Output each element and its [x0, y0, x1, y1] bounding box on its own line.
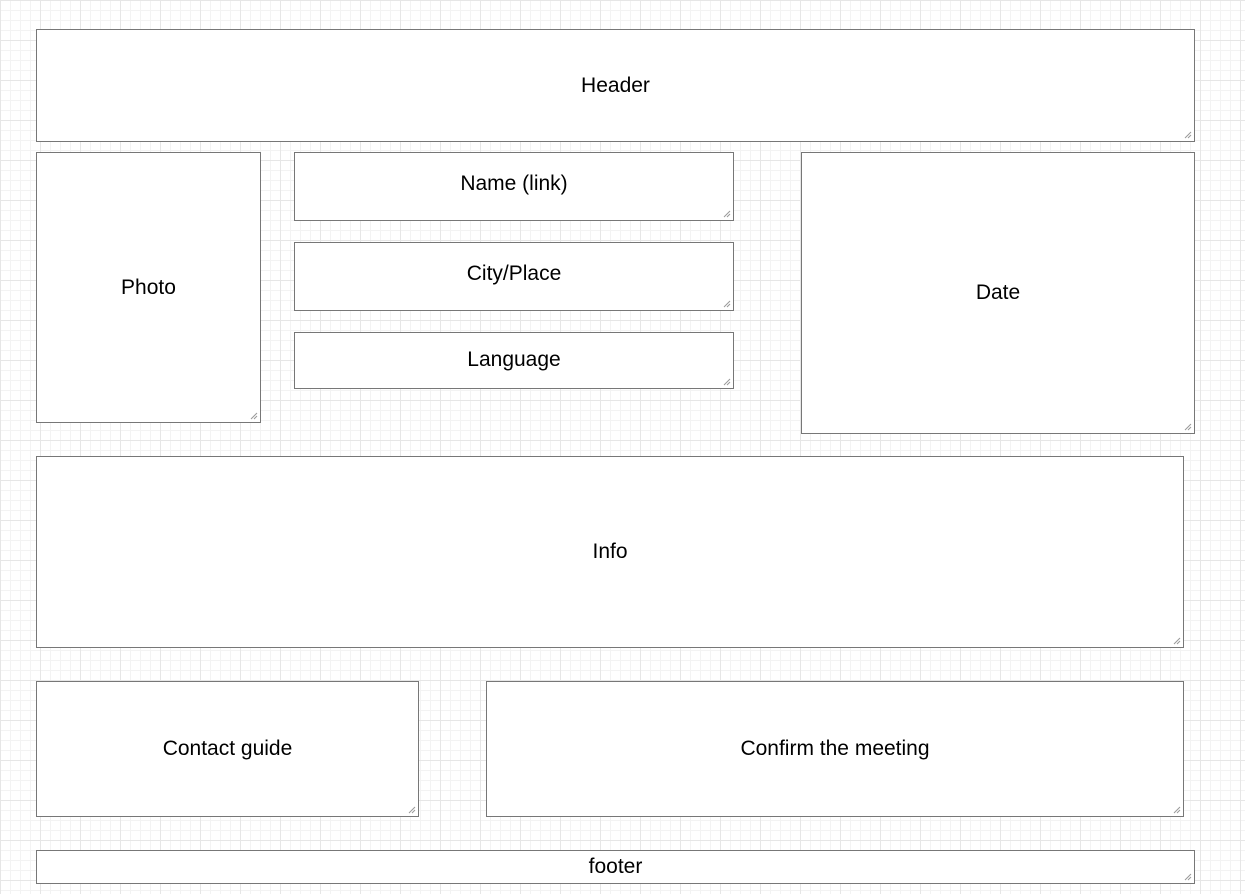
confirm-meeting-label: Confirm the meeting	[740, 737, 930, 760]
resize-grip-icon[interactable]	[1182, 421, 1192, 431]
info-box[interactable]: Info	[36, 456, 1184, 648]
header-box[interactable]: Header	[36, 29, 1195, 142]
language-box[interactable]: Language	[294, 332, 734, 389]
resize-grip-icon[interactable]	[248, 410, 258, 420]
resize-grip-icon[interactable]	[1182, 129, 1192, 139]
resize-grip-icon[interactable]	[406, 804, 416, 814]
city-place-box[interactable]: City/Place	[294, 242, 734, 311]
contact-guide-label: Contact guide	[162, 737, 293, 760]
name-link-label: Name (link)	[460, 171, 568, 195]
resize-grip-icon[interactable]	[721, 376, 731, 386]
language-label: Language	[467, 347, 561, 371]
resize-grip-icon[interactable]	[721, 208, 731, 218]
footer-box[interactable]: footer	[36, 850, 1195, 884]
confirm-meeting-box[interactable]: Confirm the meeting	[486, 681, 1184, 817]
resize-grip-icon[interactable]	[721, 298, 731, 308]
header-label: Header	[581, 73, 650, 97]
contact-guide-box[interactable]: Contact guide	[36, 681, 419, 817]
resize-grip-icon[interactable]	[1182, 871, 1192, 881]
name-link-box[interactable]: Name (link)	[294, 152, 734, 221]
photo-label: Photo	[121, 275, 176, 299]
photo-box[interactable]: Photo	[36, 152, 261, 423]
date-label: Date	[975, 281, 1021, 304]
resize-grip-icon[interactable]	[1171, 804, 1181, 814]
footer-label: footer	[588, 855, 643, 878]
info-label: Info	[592, 540, 628, 563]
date-box[interactable]: Date	[801, 152, 1195, 434]
resize-grip-icon[interactable]	[1171, 635, 1181, 645]
city-place-label: City/Place	[466, 261, 562, 285]
